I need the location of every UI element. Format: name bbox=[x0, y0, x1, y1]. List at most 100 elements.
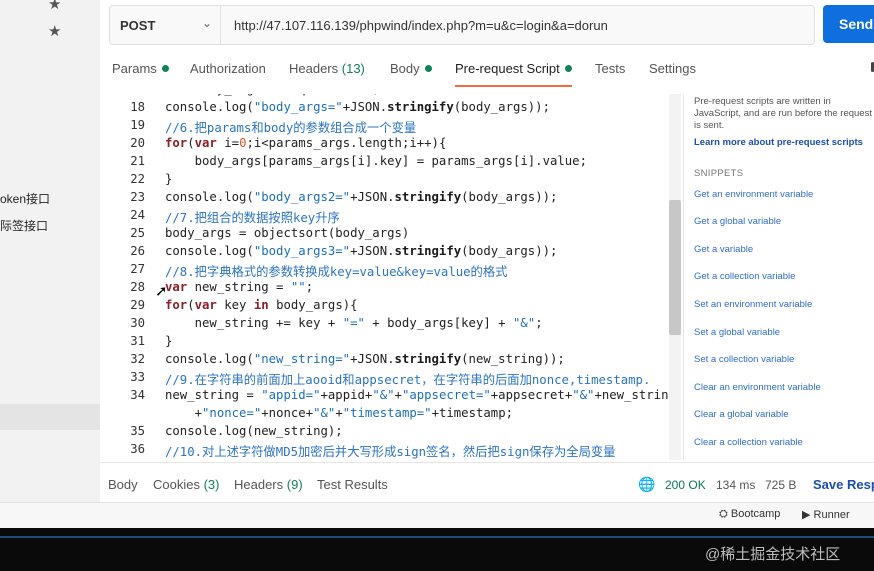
code-editor[interactable]: 17 var body_args = request.data; 18 console… bbox=[109, 94, 685, 460]
code-line[interactable]: 20 for(var i=0;i<params_args.length;i++){ bbox=[109, 136, 685, 154]
tab-params[interactable]: Params bbox=[112, 61, 169, 76]
code-line[interactable]: 22} bbox=[109, 172, 685, 190]
tab-body[interactable]: Body bbox=[390, 61, 432, 76]
line-number: 35 bbox=[130, 424, 145, 438]
tab-authorization[interactable]: Authorization bbox=[190, 61, 266, 76]
code-line[interactable]: 35 console.log(new_string); bbox=[109, 424, 685, 442]
status-code: 200 OK bbox=[665, 478, 706, 492]
chevron-down-icon: ⌄ bbox=[202, 16, 213, 30]
runner-icon: ▶ bbox=[802, 509, 811, 521]
code-text: var body_args = request.data; bbox=[165, 94, 380, 96]
line-number: 20 bbox=[130, 136, 145, 150]
line-number: 27 bbox=[130, 262, 145, 276]
snippet-link[interactable]: Clear a global variable bbox=[694, 409, 789, 420]
code-text: for(var key in body_args){ bbox=[165, 298, 358, 312]
active-tab-indicator bbox=[455, 85, 572, 87]
snippet-link[interactable]: Get a variable bbox=[694, 244, 753, 255]
code-text: body_args[params_args[i].key] = params_a… bbox=[165, 154, 587, 168]
code-text: body_args = objectsort(body_args) bbox=[165, 226, 410, 240]
code-line[interactable]: 19 //6.把params和body的参数组合成一个变量 bbox=[109, 118, 685, 136]
line-number: 22 bbox=[130, 172, 145, 186]
bootcamp-button[interactable]: ⛭ Bootcamp bbox=[719, 508, 780, 521]
line-number: 18 bbox=[130, 100, 145, 114]
tab-headers[interactable]: Headers (13) bbox=[289, 61, 365, 76]
save-response-button[interactable]: Save Resp bbox=[813, 477, 874, 492]
code-text: console.log("body_args2="+JSON.stringify… bbox=[165, 190, 558, 204]
url-bar: POST ⌄ http://47.107.116.139/phpwind/ind… bbox=[109, 5, 815, 45]
snippet-link[interactable]: Set a global variable bbox=[694, 327, 780, 338]
code-text: console.log(new_string); bbox=[165, 424, 343, 438]
code-line[interactable]: 18 console.log("body_args="+JSON.stringif… bbox=[109, 100, 685, 118]
code-text: +"nonce="+nonce+"&"+"timestamp="+timesta… bbox=[165, 406, 513, 420]
send-button[interactable]: Send bbox=[823, 5, 874, 43]
code-text: new_string = "appid="+appid+"&"+"appsecr… bbox=[165, 388, 676, 402]
main-panel: POST ⌄ http://47.107.116.139/phpwind/ind… bbox=[100, 0, 874, 528]
status-dot-icon bbox=[564, 65, 572, 72]
code-line[interactable]: 25 body_args = objectsort(body_args) bbox=[109, 226, 685, 244]
code-line[interactable]: 24 //7.把组合的数据按照key升序 bbox=[109, 208, 685, 226]
snippet-link[interactable]: Clear a collection variable bbox=[694, 437, 803, 448]
code-line[interactable]: 29 for(var key in body_args){ bbox=[109, 298, 685, 316]
line-number: 29 bbox=[130, 298, 145, 312]
response-tab-cookies[interactable]: Cookies (3) bbox=[153, 477, 219, 492]
sidebar-item[interactable]: 际签接口 bbox=[0, 217, 48, 234]
bootcamp-icon: ⛭ bbox=[719, 508, 728, 520]
star-icon[interactable]: ★ bbox=[48, 0, 61, 13]
sidebar-item[interactable]: oken接口 bbox=[0, 190, 50, 207]
response-tab-test-results[interactable]: Test Results bbox=[317, 477, 388, 492]
panel-description: Pre-request scripts are written in JavaS… bbox=[694, 96, 872, 131]
method-select[interactable]: POST ⌄ bbox=[110, 6, 221, 44]
snippet-link[interactable]: Get a collection variable bbox=[694, 271, 795, 282]
code-line[interactable]: 28 var new_string = ""; bbox=[109, 280, 685, 298]
code-line[interactable]: 34 new_string = "appid="+appid+"&"+"appse… bbox=[109, 388, 685, 406]
code-text: //10.对上述字符做MD5加密后并大写形成sign签名，然后把sign保存为全… bbox=[165, 445, 616, 459]
snippet-link[interactable]: Get a global variable bbox=[694, 216, 781, 227]
learn-more-link[interactable]: Learn more about pre-request scripts bbox=[694, 137, 863, 148]
code-line[interactable]: +"nonce="+nonce+"&"+"timestamp="+timesta… bbox=[109, 406, 685, 424]
code-line[interactable]: 26 console.log("body_args3="+JSON.stringi… bbox=[109, 244, 685, 262]
response-bar: Body Cookies (3) Headers (9) Test Result… bbox=[100, 462, 874, 503]
globe-icon[interactable]: 🌐 bbox=[638, 476, 655, 493]
status-bar: ⛭ Bootcamp ▶ Runner bbox=[0, 502, 874, 529]
line-number: 19 bbox=[130, 118, 145, 132]
star-icon[interactable]: ★ bbox=[48, 22, 61, 40]
tab-settings[interactable]: Settings bbox=[649, 61, 696, 76]
line-number: 17 bbox=[109, 94, 145, 96]
sidebar: ★ ★ oken接口 际签接口 bbox=[0, 0, 101, 528]
snippet-link[interactable]: Get an environment variable bbox=[694, 189, 813, 200]
code-line[interactable]: 33 //9.在字符串的前面加上aooid和appsecret，在字符串的后面加n… bbox=[109, 370, 685, 388]
line-number: 23 bbox=[130, 190, 145, 204]
code-text: //9.在字符串的前面加上aooid和appsecret，在字符串的后面加non… bbox=[165, 373, 651, 387]
tab-pre-request-script[interactable]: Pre-request Script bbox=[455, 61, 572, 76]
line-number: 33 bbox=[130, 370, 145, 384]
line-number: 28 bbox=[130, 280, 145, 294]
method-label: POST bbox=[120, 18, 156, 33]
code-line[interactable]: 27 //8.把字典格式的参数转换成key=value&key=value的格式 bbox=[109, 262, 685, 280]
code-line[interactable]: 21 body_args[params_args[i].key] = param… bbox=[109, 154, 685, 172]
response-tab-body[interactable]: Body bbox=[108, 477, 138, 492]
line-number: 25 bbox=[130, 226, 145, 240]
code-line[interactable]: 30 new_string += key + "=" + body_args[k… bbox=[109, 316, 685, 334]
code-text: for(var i=0;i<params_args.length;i++){ bbox=[165, 136, 447, 150]
scrollbar-thumb[interactable] bbox=[669, 200, 681, 335]
code-line[interactable]: 36 //10.对上述字符做MD5加密后并大写形成sign签名，然后把sign保存… bbox=[109, 442, 685, 460]
sidebar-selected-item[interactable] bbox=[0, 404, 100, 430]
code-line[interactable]: 32 console.log("new_string="+JSON.stringi… bbox=[109, 352, 685, 370]
code-line[interactable]: 23 console.log("body_args2="+JSON.stringi… bbox=[109, 190, 685, 208]
line-number: 34 bbox=[130, 388, 145, 402]
code-text: var new_string = ""; bbox=[165, 280, 314, 294]
snippet-link[interactable]: Set a collection variable bbox=[694, 354, 794, 365]
code-text: //7.把组合的数据按照key升序 bbox=[165, 211, 340, 225]
snippet-link[interactable]: Set an environment variable bbox=[694, 299, 812, 310]
tab-tests[interactable]: Tests bbox=[595, 61, 625, 76]
snippet-link[interactable]: Clear an environment variable bbox=[694, 382, 821, 393]
taskbar-divider bbox=[0, 536, 874, 538]
mouse-cursor-icon: ➚ bbox=[155, 283, 168, 300]
url-input[interactable]: http://47.107.116.139/phpwind/index.php?… bbox=[234, 18, 608, 33]
line-number: 30 bbox=[130, 316, 145, 330]
response-tab-headers[interactable]: Headers (9) bbox=[234, 477, 303, 492]
code-text: console.log("body_args3="+JSON.stringify… bbox=[165, 244, 558, 258]
code-line[interactable]: 31} bbox=[109, 334, 685, 352]
runner-button[interactable]: ▶ Runner bbox=[802, 508, 850, 521]
code-text: } bbox=[165, 172, 173, 186]
